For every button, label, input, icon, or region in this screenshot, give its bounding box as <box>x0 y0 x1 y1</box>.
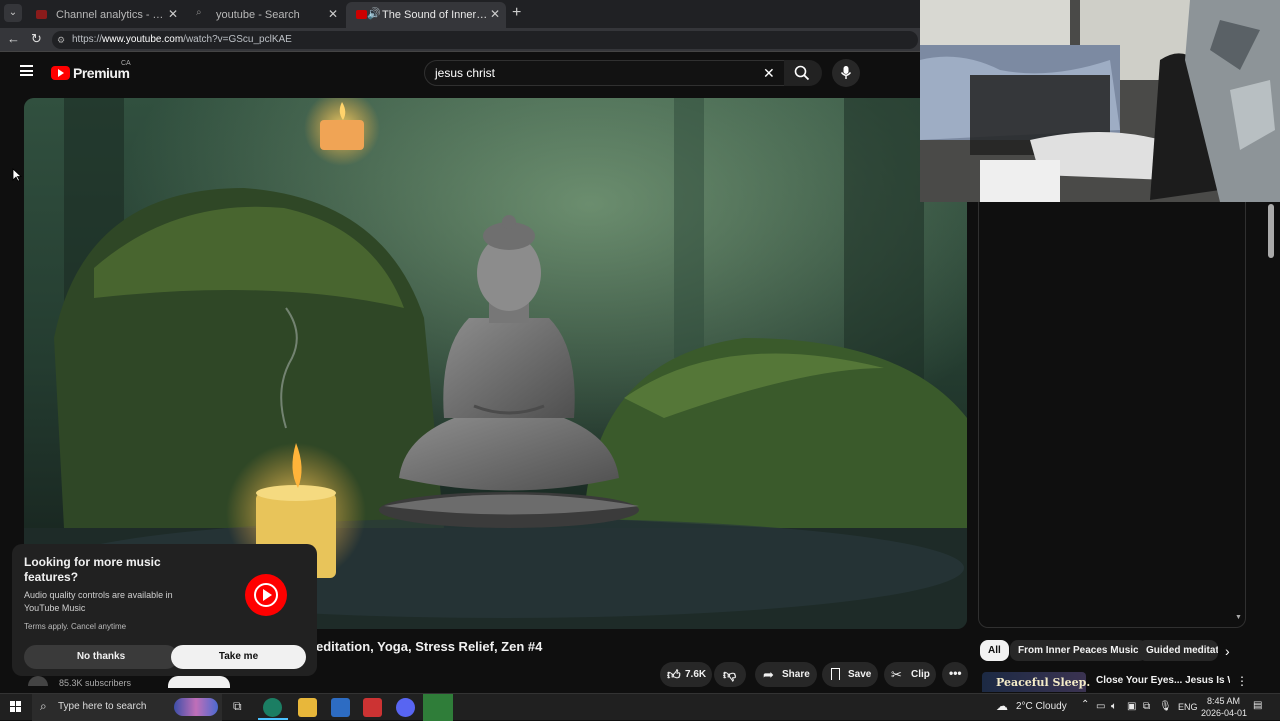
url-host: www.youtube.com <box>102 34 184 45</box>
new-tab-button[interactable]: + <box>512 4 521 22</box>
close-tab-icon[interactable]: ✕ <box>490 7 500 21</box>
taskbar-search-box[interactable]: ⌕ Type here to search <box>32 694 222 721</box>
close-tab-icon[interactable]: ✕ <box>168 7 178 21</box>
popup-title: Looking for more music features? <box>24 555 161 584</box>
thumbs-up-icon: 👍︎ <box>667 667 681 682</box>
chips-next-chevron-icon[interactable]: › <box>1225 643 1230 659</box>
youtube-favicon-icon <box>356 10 367 19</box>
search-icon: ⌕ <box>40 699 47 713</box>
recommendation-title[interactable]: Close Your Eyes... Jesus Is With <box>1096 675 1230 686</box>
voice-search-button[interactable] <box>832 59 860 87</box>
site-info-icon[interactable]: ⚙ <box>57 31 65 49</box>
chip-all[interactable]: All <box>980 640 1009 661</box>
clear-search-icon[interactable]: ✕ <box>763 61 775 85</box>
share-label: Share <box>782 669 810 680</box>
gift-app-icon[interactable] <box>363 698 382 717</box>
more-horizontal-icon: ••• <box>949 666 962 680</box>
microphone-icon <box>840 66 852 79</box>
back-arrow-icon[interactable]: ← <box>7 31 20 46</box>
copy-icon[interactable]: ⧉ <box>1143 701 1150 712</box>
edge-browser-icon[interactable] <box>263 698 282 717</box>
channel-avatar[interactable] <box>28 676 48 686</box>
more-actions-button[interactable]: ••• <box>942 662 968 687</box>
notifications-icon[interactable]: ▤ <box>1253 700 1262 711</box>
network-icon[interactable]: ▭ <box>1096 701 1105 712</box>
chip-from-inner-peaces-music[interactable]: From Inner Peaces Music <box>1010 640 1147 661</box>
file-explorer-icon[interactable] <box>298 698 317 717</box>
speaker-icon[interactable]: 🔊 <box>367 7 381 20</box>
url-path: /watch?v=GScu_pclKAE <box>183 34 292 45</box>
like-button[interactable]: 👍︎ 7.6K <box>660 662 712 687</box>
share-arrow-icon: ➦ <box>763 667 774 682</box>
windows-taskbar: ⌕ Type here to search ⧉ ☁ 2°C Cloudy ⌃ ▭… <box>0 693 1280 721</box>
music-features-popup: Looking for more music features? Audio q… <box>12 544 317 676</box>
popup-terms: Terms apply. Cancel anytime <box>24 622 127 631</box>
youtube-studio-favicon-icon <box>36 10 47 19</box>
thumbs-down-icon: 👎︎ <box>723 667 737 682</box>
clock-date[interactable]: 2026-04-01 <box>1201 708 1247 718</box>
weather-text[interactable]: 2°C Cloudy <box>1016 701 1067 712</box>
no-thanks-button[interactable]: No thanks <box>24 645 178 669</box>
popup-body: Audio quality controls are available in … <box>24 590 173 613</box>
hamburger-menu-icon[interactable] <box>20 65 33 76</box>
search-highlight-icon <box>174 698 218 716</box>
subscriber-count: 85.3K subscribers <box>59 678 132 688</box>
panel-scroll-arrow-icon[interactable]: ▼ <box>1235 614 1242 621</box>
mouse-cursor-icon <box>12 168 22 182</box>
tray-overflow-chevron-icon[interactable]: ⌃ <box>1081 699 1089 710</box>
close-tab-icon[interactable]: ✕ <box>328 7 338 21</box>
save-label: Save <box>848 669 872 680</box>
language-indicator[interactable]: ENG <box>1178 702 1198 712</box>
search-icon <box>794 65 810 81</box>
tab-inner-peace[interactable]: 🔊 The Sound of Inner Peace | Relaxing Mu… <box>346 2 506 28</box>
scissors-icon: ✂ <box>891 667 902 682</box>
thumbnail-text: Peaceful Sleep. <box>996 676 1091 689</box>
dislike-button[interactable]: 👎︎ <box>714 662 746 687</box>
like-count: 7.6K <box>685 669 707 680</box>
region-code: CA <box>121 60 131 67</box>
youtube-header: Premium CA jesus christ ✕ <box>0 52 920 96</box>
search-input[interactable]: jesus christ ✕ <box>424 60 818 86</box>
video-title: editation, Yoga, Stress Relief, Zen #4 <box>316 639 543 654</box>
webcam-feed-image <box>920 0 1280 202</box>
search-query-text: jesus christ <box>435 66 496 80</box>
address-bar: ← ↻ ⚙ https://www.youtube.com/watch?v=GS… <box>0 28 920 52</box>
cloudy-weather-icon: ☁ <box>996 699 1008 713</box>
recommendation-thumbnail[interactable]: Peaceful Sleep. <box>982 672 1090 692</box>
tab-youtube-search[interactable]: ⌕ youtube - Search ✕ <box>186 2 344 28</box>
url-input[interactable]: ⚙ https://www.youtube.com/watch?v=GScu_p… <box>52 31 918 49</box>
mail-app-icon[interactable] <box>331 698 350 717</box>
microphone-icon[interactable]: 🎙︎ <box>1159 701 1172 712</box>
save-button[interactable]: Save <box>822 662 878 687</box>
reload-icon[interactable]: ↻ <box>31 31 42 47</box>
bookmark-icon <box>831 668 840 680</box>
green-app-icon[interactable] <box>423 694 453 721</box>
webcam-overlay <box>920 0 1280 202</box>
youtube-music-icon <box>245 574 287 616</box>
chip-guided-meditation[interactable]: Guided meditation <box>1138 640 1218 661</box>
task-view-icon[interactable]: ⧉ <box>233 699 242 714</box>
more-options-icon[interactable]: ⋮ <box>1236 674 1248 688</box>
tab-list-chevron-icon[interactable]: ⌄ <box>4 4 22 22</box>
taskbar-search-placeholder: Type here to search <box>58 701 147 712</box>
discord-icon[interactable] <box>396 698 415 717</box>
search-favicon-icon: ⌕ <box>196 7 202 18</box>
tab-channel-analytics[interactable]: Channel analytics - YouTube Studio ✕ <box>26 2 184 28</box>
subscribe-button[interactable] <box>168 676 230 688</box>
logo-text: Premium <box>73 65 130 81</box>
share-button[interactable]: ➦ Share <box>755 662 817 687</box>
clip-button[interactable]: ✂ Clip <box>884 662 936 687</box>
display-icon[interactable]: ▣ <box>1127 701 1136 712</box>
clip-label: Clip <box>911 669 930 680</box>
search-button[interactable] <box>784 60 822 86</box>
page-scrollbar[interactable] <box>1268 204 1274 258</box>
windows-start-icon[interactable] <box>10 701 22 713</box>
volume-icon[interactable]: 🔈︎ <box>1111 701 1117 712</box>
clock-time[interactable]: 8:45 AM <box>1207 696 1240 706</box>
url-scheme: https:// <box>72 34 103 45</box>
sidebar-panel: ▼ <box>978 202 1246 628</box>
youtube-play-logo-icon <box>51 66 70 80</box>
take-me-button[interactable]: Take me <box>171 645 306 669</box>
